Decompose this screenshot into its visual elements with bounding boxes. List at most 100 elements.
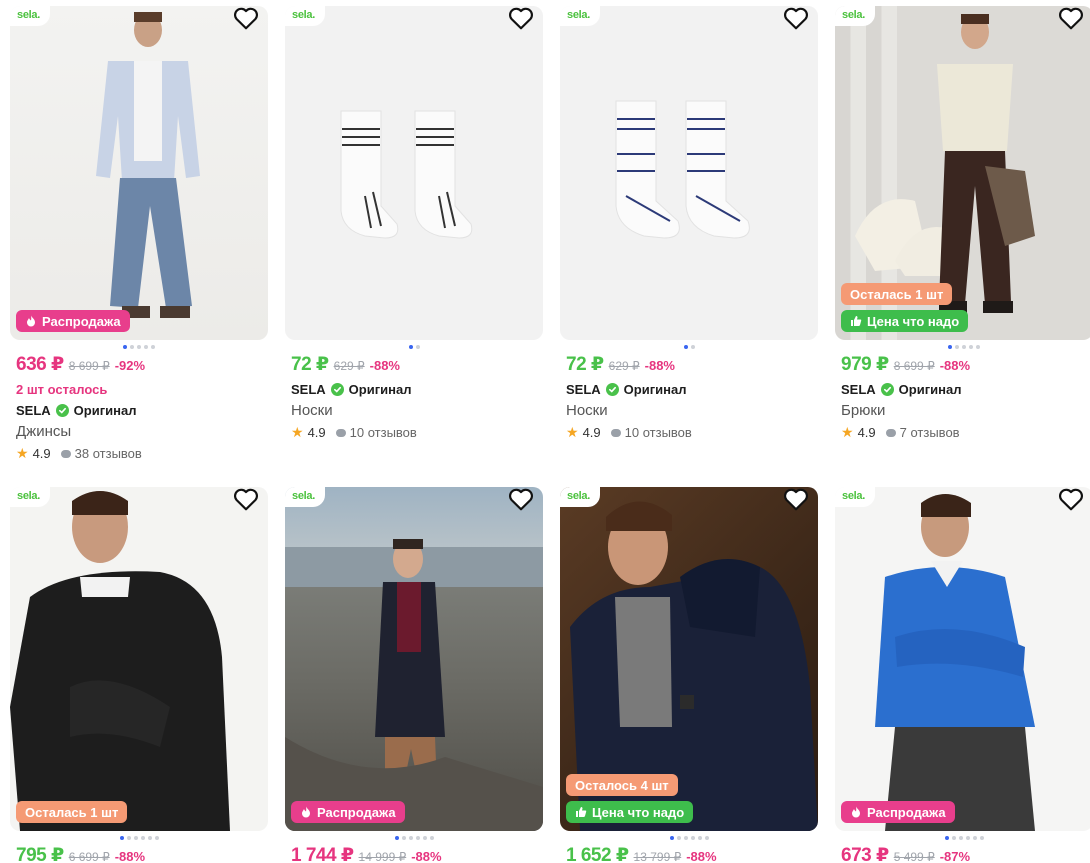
reviews-count[interactable]: 7 отзывов [900,425,960,440]
reviews-count[interactable]: 38 отзывов [75,446,142,461]
carousel-dot[interactable] [147,836,152,840]
carousel-dot[interactable] [415,836,420,840]
carousel-dot[interactable] [401,836,406,840]
brand-line[interactable]: SELA Оригинал [566,382,818,397]
favorite-button[interactable] [783,6,813,34]
reviews-count[interactable]: 10 отзывов [625,425,692,440]
carousel-dot[interactable] [690,836,695,840]
carousel-dot[interactable] [969,345,973,349]
product-image[interactable]: sela. Осталась 1 шт [10,487,268,831]
carousel-dot[interactable] [948,345,952,349]
rating-line[interactable]: ★ 4.9 38 отзывов [16,445,268,462]
favorite-button[interactable] [1058,487,1088,515]
carousel-dot[interactable] [690,345,695,349]
carousel-dot[interactable] [955,345,959,349]
favorite-button[interactable] [1058,6,1088,34]
carousel-dot[interactable] [944,836,949,840]
product-card[interactable]: sela. Осталась 1 шт Цена что надо 979 ₽ 8 6… [835,6,1090,440]
favorite-button[interactable] [508,6,538,34]
image-carousel-dots[interactable] [10,345,268,349]
brand-name[interactable]: SELA [16,403,51,418]
carousel-dot[interactable] [394,836,399,840]
rating-line[interactable]: ★ 4.9 7 отзывов [841,424,1090,441]
carousel-dot[interactable] [683,836,688,840]
carousel-dot[interactable] [137,345,141,349]
image-carousel-dots[interactable] [285,345,543,349]
image-carousel-dots[interactable] [835,345,1090,349]
carousel-dot[interactable] [704,836,709,840]
product-category[interactable]: Носки [291,402,543,419]
carousel-dot[interactable] [697,836,702,840]
product-card[interactable]: sela. Осталась 1 шт 795 ₽ 6 699 ₽ -88% [10,487,268,863]
carousel-dot[interactable] [130,345,134,349]
product-image[interactable]: sela. Распродажа [10,6,268,340]
favorite-button[interactable] [508,487,538,515]
carousel-dot[interactable] [140,836,145,840]
brand-line[interactable]: SELA Оригинал [291,382,543,397]
product-image[interactable]: sela. Осталась 1 шт Цена что надо [835,6,1090,340]
product-card[interactable]: sela. Распродажа 673 ₽ 5 499 ₽ -87% [835,487,1090,863]
carousel-dot[interactable] [958,836,963,840]
carousel-dot[interactable] [154,836,159,840]
image-carousel-dots[interactable] [560,836,818,840]
old-price: 13 799 ₽ [633,850,682,863]
image-carousel-dots[interactable] [285,836,543,840]
carousel-dot[interactable] [669,836,674,840]
brand-line[interactable]: SELA Оригинал [841,382,1090,397]
favorite-button[interactable] [233,487,263,515]
badge-label: Цена что надо [592,804,685,820]
carousel-dot[interactable] [683,345,688,349]
sale-badge: Распродажа [16,310,130,332]
brand-logo: sela. [285,487,325,507]
carousel-dot[interactable] [151,345,155,349]
carousel-dot[interactable] [972,836,977,840]
carousel-dot[interactable] [429,836,434,840]
product-image[interactable]: sela. [285,6,543,340]
rating-line[interactable]: ★ 4.9 10 отзывов [291,424,543,441]
image-carousel-dots[interactable] [560,345,818,349]
carousel-dot[interactable] [415,345,420,349]
brand-name[interactable]: SELA [566,382,601,397]
product-category[interactable]: Джинсы [16,423,268,440]
product-image[interactable]: sela. Распродажа [285,487,543,831]
carousel-dot[interactable] [976,345,980,349]
reviews-count[interactable]: 10 отзывов [350,425,417,440]
stock-left-badge: Осталось 4 шт [566,774,678,796]
carousel-dot[interactable] [422,836,427,840]
carousel-dot[interactable] [962,345,966,349]
carousel-dot[interactable] [979,836,984,840]
carousel-dot[interactable] [119,836,124,840]
badge-label: Осталась 1 шт [850,286,944,302]
carousel-dot[interactable] [676,836,681,840]
product-image[interactable]: sela. Осталось 4 шт Цена что надо [560,487,818,831]
carousel-dot[interactable] [965,836,970,840]
product-image[interactable]: sela. Распродажа [835,487,1090,831]
rating-line[interactable]: ★ 4.9 10 отзывов [566,424,818,441]
image-carousel-dots[interactable] [835,836,1090,840]
product-category[interactable]: Брюки [841,402,1090,419]
old-price: 5 499 ₽ [893,850,935,863]
product-card[interactable]: sela. 72 ₽ 629 ₽ -88% SELA Оригинал Носки ★ 4.9… [560,6,818,440]
carousel-dot[interactable] [133,836,138,840]
carousel-dot[interactable] [951,836,956,840]
image-carousel-dots[interactable] [10,836,268,840]
product-card[interactable]: sela. Распродажа 636 ₽ 8 699 ₽ -92% 2 шт ост… [10,6,268,461]
brand-name[interactable]: SELA [841,382,876,397]
product-card[interactable]: sela. Распродажа 1 744 ₽ 14 999 ₽ -88% [285,487,543,863]
product-card[interactable]: sela. Осталось 4 шт Цена что надо 1 652 ₽1… [560,487,818,863]
brand-line[interactable]: SELA Оригинал [16,403,268,418]
favorite-button[interactable] [783,487,813,515]
heart-outline-icon [1058,488,1084,515]
carousel-dot[interactable] [408,345,413,349]
product-category[interactable]: Носки [566,402,818,419]
product-card[interactable]: sela. 72 ₽ 629 ₽ -88% SELA Оригинал Носки ★ 4.9… [285,6,543,440]
carousel-dot[interactable] [144,345,148,349]
brand-name[interactable]: SELA [291,382,326,397]
favorite-button[interactable] [233,6,263,34]
carousel-dot[interactable] [408,836,413,840]
carousel-dot[interactable] [126,836,131,840]
carousel-dot[interactable] [123,345,127,349]
old-price: 629 ₽ [608,359,640,373]
brand-logo: sela. [10,6,50,26]
product-image[interactable]: sela. [560,6,818,340]
